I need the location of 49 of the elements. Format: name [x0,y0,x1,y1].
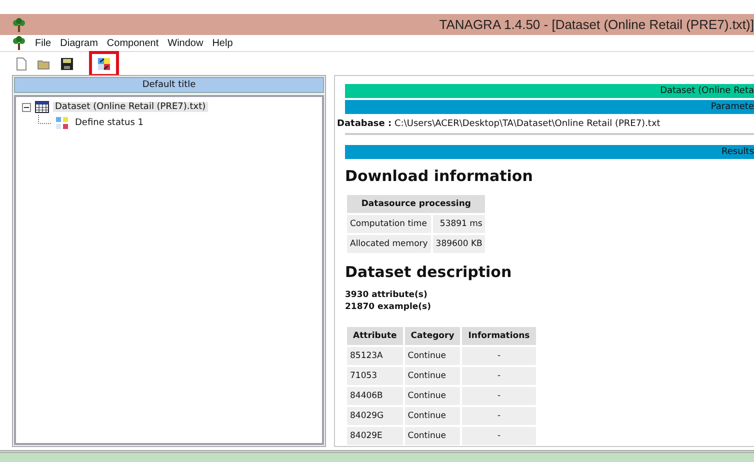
arrows-icon [97,56,111,70]
table-cell: 53891 ms [432,215,486,233]
database-path: C:\Users\ACER\Desktop\TA\Dataset\Online Retail (PRE7).txt [394,119,660,129]
menu-item[interactable]: Component [106,38,159,48]
window-title: TANAGRA 1.4.50 - [Dataset (Online Retail (PRE7).txt)] [439,17,754,32]
section-header: Results [345,145,754,159]
status-icon [55,116,69,130]
diagram-title: Default title [14,77,324,93]
table-cell: - [462,347,536,365]
tree-node[interactable]: Dataset (Online Retail (PRE7).txt) [53,102,208,112]
section-heading: Dataset description [345,263,513,281]
column-header: Attribute [347,327,403,345]
summary-line: 21870 example(s) [345,301,432,313]
database-label: Database : [337,119,392,129]
table-cell: Allocated memory [347,235,431,253]
table-cell: 84406B [347,387,403,405]
table-cell: Continue [404,387,460,405]
table-cell: - [462,367,536,385]
floppy-icon [60,56,74,70]
page-icon [14,56,28,70]
menu-item[interactable]: Diagram [60,38,98,48]
tree-icon [12,18,26,32]
section-header: Paramete [345,100,754,114]
column-header: Informations [462,327,536,345]
table-header: Datasource processing [347,195,486,213]
table-cell: 84029G [347,407,403,425]
report-header: Dataset (Online Reta [345,84,754,98]
table-cell: 389600 KB [432,235,486,253]
menu-item[interactable]: File [35,38,52,48]
menu-item[interactable]: Help [212,38,233,48]
table-cell: 84029E [347,427,403,445]
summary-line: 3930 attribute(s) [345,289,428,301]
section-heading: Download information [345,167,534,185]
table-cell: 85123A [347,347,403,365]
table-cell: Continue [404,407,460,425]
tree-icon [12,36,26,50]
table-cell: Continue [404,427,460,445]
table-cell: Continue [404,367,460,385]
tree-node[interactable]: Define status 1 [73,118,146,128]
table-icon [35,101,49,113]
column-header: Category [404,327,460,345]
table-cell: - [462,427,536,445]
table-cell: Computation time [347,215,431,233]
collapse-icon[interactable] [22,102,31,112]
table-cell: 71053 [347,367,403,385]
table-cell: - [462,387,536,405]
table-cell: Continue [404,347,460,365]
menu-item[interactable]: Window [168,38,204,48]
table-cell: - [462,407,536,425]
